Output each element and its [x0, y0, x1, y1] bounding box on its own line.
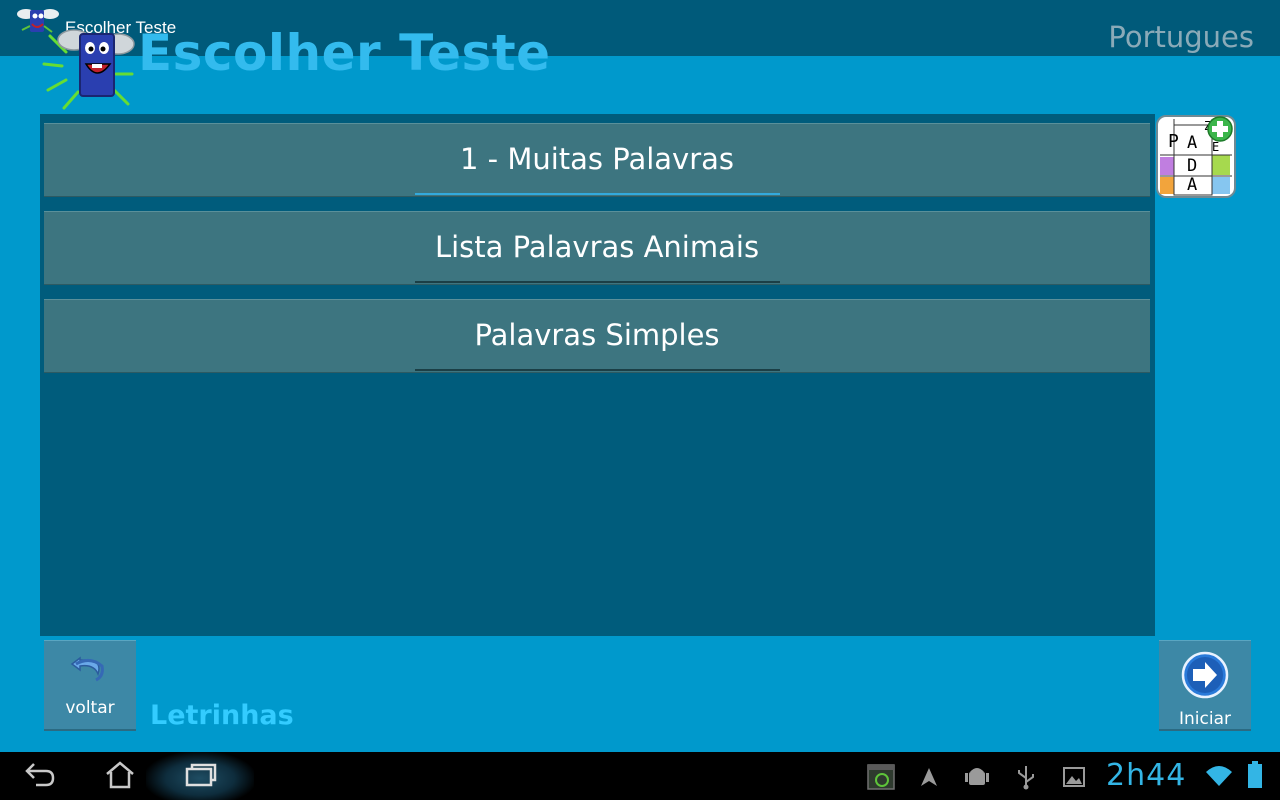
battery-icon: [1248, 761, 1262, 788]
start-button[interactable]: Iniciar: [1159, 640, 1251, 731]
clock: 2h44: [1106, 758, 1187, 793]
page-title: Escolher Teste: [138, 24, 551, 82]
wifi-icon: [1206, 766, 1232, 786]
back-button[interactable]: voltar: [44, 640, 136, 731]
puzzle-letter: E: [1212, 140, 1219, 154]
test-item-label: Palavras Simples: [474, 318, 720, 352]
start-button-label: Iniciar: [1179, 709, 1231, 729]
back-nav-icon[interactable]: [24, 760, 56, 790]
test-item-lista-palavras-animais[interactable]: Lista Palavras Animais: [44, 211, 1150, 285]
word-puzzle-add-icon[interactable]: P A D A Z E: [1156, 115, 1236, 198]
test-item-label: 1 - Muitas Palavras: [459, 142, 735, 176]
usb-icon: [1018, 766, 1034, 790]
recent-apps-icon[interactable]: [184, 762, 218, 788]
test-item-palavras-simples[interactable]: Palavras Simples: [44, 299, 1150, 373]
puzzle-letter: D: [1187, 156, 1197, 176]
image-icon: [1063, 767, 1085, 787]
test-list: 1 - Muitas Palavras Lista Palavras Anima…: [40, 114, 1155, 636]
test-item-muitas-palavras[interactable]: 1 - Muitas Palavras: [44, 123, 1150, 197]
language-label[interactable]: Portugues: [1108, 20, 1254, 54]
puzzle-letter: P: [1168, 131, 1179, 152]
screenshot-app-icon[interactable]: [866, 762, 896, 792]
mascot-logo: [42, 29, 135, 110]
back-button-label: voltar: [65, 698, 115, 718]
test-item-label: Lista Palavras Animais: [434, 230, 760, 264]
android-debug-icon: [965, 768, 989, 785]
selected-underline: [415, 193, 780, 195]
navigation-arrow-icon: [921, 768, 937, 786]
undo-arrow-icon: [70, 656, 104, 682]
item-underline: [415, 369, 780, 371]
puzzle-letter: A: [1187, 175, 1197, 195]
item-underline: [415, 281, 780, 283]
forward-arrow-icon: [1181, 651, 1229, 699]
puzzle-letter: A: [1187, 133, 1197, 153]
home-nav-icon[interactable]: [104, 760, 136, 790]
app-name: Letrinhas: [150, 700, 294, 731]
